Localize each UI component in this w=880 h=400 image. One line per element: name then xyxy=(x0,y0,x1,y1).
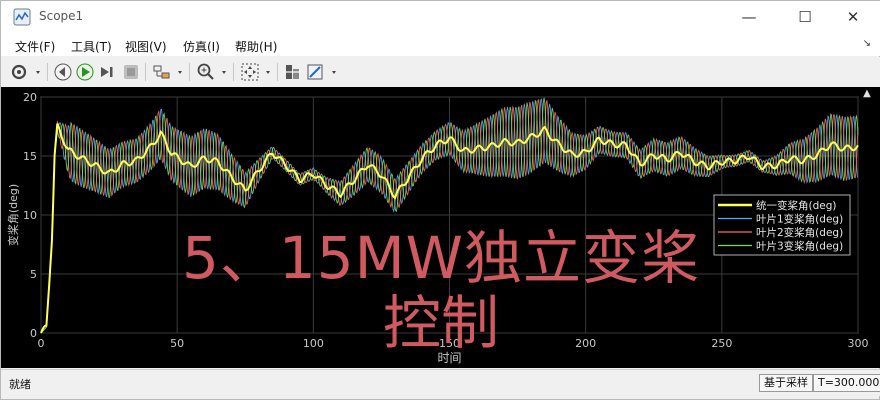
maximize-icon: ☐ xyxy=(798,8,812,26)
style-edit-icon[interactable] xyxy=(305,61,339,83)
cursor-measure-icon[interactable] xyxy=(283,61,303,83)
toolbar-separator xyxy=(145,63,146,81)
toolbar-separator xyxy=(233,63,234,81)
menu-tools[interactable]: 工具(T) xyxy=(71,38,112,55)
zoom-icon[interactable] xyxy=(195,61,229,83)
maximize-button[interactable]: ☐ xyxy=(787,5,823,29)
title-bar[interactable]: Scope1 — ☐ ✕ xyxy=(1,1,880,34)
menu-bar: 文件(F) 工具(T) 视图(V) 仿真(I) 帮助(H) ↘ xyxy=(1,34,880,56)
plot-area[interactable]: 0 50 100 150 200 250 300 0 5 10 15 20 时间 变桨角(deg) 统一变桨… xyxy=(1,87,880,368)
legend-label-unified: 统一变桨角(deg) xyxy=(756,199,836,212)
status-sample-mode: 基于采样 xyxy=(759,374,813,392)
x-tick-label: 100 xyxy=(303,337,324,350)
step-forward-icon[interactable] xyxy=(97,61,117,83)
y-tick-label: 15 xyxy=(23,150,37,163)
scope-app-icon xyxy=(13,8,31,26)
x-tick-label: 250 xyxy=(711,337,732,350)
settings-icon[interactable] xyxy=(9,61,43,83)
minimize-icon: — xyxy=(741,8,757,26)
x-axis-label: 时间 xyxy=(437,351,461,365)
y-axis-label: 变桨角(deg) xyxy=(6,184,20,246)
legend-label-blade1: 叶片1变桨角(deg) xyxy=(756,213,843,226)
toolbar-separator xyxy=(277,63,278,81)
fit-to-view-icon[interactable] xyxy=(239,61,273,83)
toolbar xyxy=(1,57,880,88)
menu-file[interactable]: 文件(F) xyxy=(15,38,55,55)
menu-view[interactable]: 视图(V) xyxy=(125,38,167,55)
menu-simulation[interactable]: 仿真(I) xyxy=(183,38,220,55)
status-bar: 就绪 基于采样 T=300.000 xyxy=(1,369,880,396)
y-tick-label: 10 xyxy=(23,209,37,222)
x-tick-label: 300 xyxy=(848,337,869,350)
scope-window: Scope1 — ☐ ✕ 文件(F) 工具(T) 视图(V) 仿真(I) 帮助(… xyxy=(0,0,880,400)
close-button[interactable]: ✕ xyxy=(835,5,871,29)
y-tick-label: 20 xyxy=(23,91,37,104)
menu-help[interactable]: 帮助(H) xyxy=(235,38,277,55)
highlight-block-icon[interactable] xyxy=(151,61,185,83)
toolbar-separator xyxy=(47,63,48,81)
y-tick-label: 5 xyxy=(30,268,37,281)
window-title: Scope1 xyxy=(39,9,84,23)
run-icon[interactable] xyxy=(75,61,95,83)
y-tick-label: 0 xyxy=(30,327,37,340)
x-tick-label: 50 xyxy=(170,337,184,350)
stop-icon[interactable] xyxy=(121,61,141,83)
toolbar-separator xyxy=(189,63,190,81)
legend-label-blade3: 叶片3变桨角(deg) xyxy=(756,240,843,253)
x-tick-label: 0 xyxy=(38,337,45,350)
x-tick-label: 150 xyxy=(439,337,460,350)
status-ready: 就绪 xyxy=(9,378,31,391)
scope-chart: 0 50 100 150 200 250 300 0 5 10 15 20 时间 变桨角(deg) 统一变桨… xyxy=(6,88,871,365)
dock-arrow-icon[interactable]: ↘ xyxy=(863,38,871,49)
status-time: T=300.000 xyxy=(813,374,880,392)
x-tick-label: 200 xyxy=(575,337,596,350)
expand-legend-icon[interactable]: ▲ xyxy=(863,88,871,99)
minimize-button[interactable]: — xyxy=(731,5,767,29)
legend-label-blade2: 叶片2变桨角(deg) xyxy=(756,226,843,239)
step-back-icon[interactable] xyxy=(53,61,73,83)
close-icon: ✕ xyxy=(846,8,860,26)
